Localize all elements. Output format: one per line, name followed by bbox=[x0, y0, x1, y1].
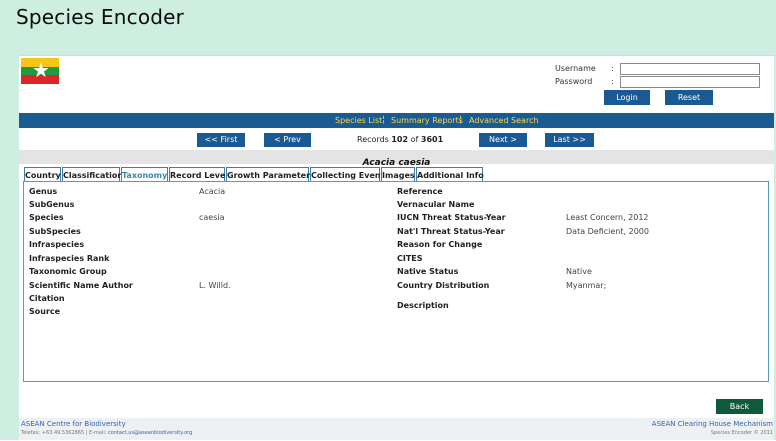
nav-species-list[interactable]: Species List bbox=[335, 113, 382, 128]
taxonomy-content-box bbox=[23, 181, 769, 382]
scientific-name-author-value: L. Willd. bbox=[199, 281, 231, 290]
citation-label: Citation bbox=[29, 294, 65, 303]
national-threat-status-label: Nat'l Threat Status-Year bbox=[397, 227, 505, 236]
tab-classification[interactable]: Classification bbox=[62, 167, 123, 182]
tab-record-level[interactable]: Record Level bbox=[169, 167, 228, 182]
password-input[interactable] bbox=[620, 76, 760, 88]
password-label: Password bbox=[555, 77, 593, 86]
species-value: caesia bbox=[199, 213, 225, 222]
genus-value: Acacia bbox=[199, 187, 226, 196]
source-label: Source bbox=[29, 307, 61, 316]
myanmar-flag-icon: ★ bbox=[21, 58, 59, 84]
footer-org-link[interactable]: ASEAN Centre for Biodiversity bbox=[21, 420, 126, 428]
cites-label: CITES bbox=[397, 254, 423, 263]
last-page-button[interactable]: Last >> bbox=[545, 133, 594, 147]
tab-country[interactable]: Country bbox=[24, 167, 61, 182]
records-total: 3601 bbox=[420, 135, 444, 144]
national-threat-status-value: Data Deficient, 2000 bbox=[566, 227, 649, 236]
records-current: 102 bbox=[391, 135, 409, 144]
infraspecies-rank-label: Infraspecies Rank bbox=[29, 254, 110, 263]
country-distribution-value: Myanmar; bbox=[566, 281, 607, 290]
first-page-button[interactable]: << First bbox=[197, 133, 245, 147]
login-button[interactable]: Login bbox=[604, 90, 650, 105]
footer-contact-label: Telefax: +63.49.5362865 | E-mail: bbox=[21, 430, 107, 436]
reset-button[interactable]: Reset bbox=[665, 90, 713, 105]
species-header: Acacia caesia bbox=[19, 150, 774, 168]
prev-page-button[interactable]: < Prev bbox=[264, 133, 311, 147]
nav-advanced-search[interactable]: Advanced Search bbox=[469, 113, 539, 128]
description-label: Description bbox=[397, 301, 449, 310]
records-counter: Records 102 of 3601 bbox=[357, 133, 443, 147]
iucn-threat-status-value: Least Concern, 2012 bbox=[566, 213, 649, 222]
footer-chm-link[interactable]: ASEAN Clearing House Mechanism bbox=[652, 420, 773, 428]
tab-taxonomy[interactable]: Taxonomy bbox=[121, 167, 168, 182]
taxonomic-group-label: Taxonomic Group bbox=[29, 267, 107, 276]
records-prefix: Records bbox=[357, 135, 389, 144]
vernacular-name-label: Vernacular Name bbox=[397, 200, 475, 209]
username-colon: : bbox=[611, 64, 614, 73]
subspecies-label: SubSpecies bbox=[29, 227, 81, 236]
native-status-label: Native Status bbox=[397, 267, 459, 276]
subgenus-label: SubGenus bbox=[29, 200, 75, 209]
nav-summary-reports[interactable]: Summary Reports bbox=[391, 113, 463, 128]
nav-bar: Species List ¦ Summary Reports ¦ Advance… bbox=[19, 113, 774, 128]
iucn-threat-status-label: IUCN Threat Status-Year bbox=[397, 213, 506, 222]
footer-contact-text: Telefax: +63.49.5362865 | E-mail: contac… bbox=[21, 430, 192, 436]
tab-additional-info[interactable]: Additional Info bbox=[416, 167, 484, 182]
username-label: Username bbox=[555, 64, 596, 73]
species-label: Species bbox=[29, 213, 64, 222]
scientific-name-author-label: Scientific Name Author bbox=[29, 281, 133, 290]
app-title: Species Encoder bbox=[16, 5, 185, 29]
tab-collecting-event[interactable]: Collecting Event bbox=[310, 167, 384, 182]
reason-for-change-label: Reason for Change bbox=[397, 240, 483, 249]
nav-separator: ¦ bbox=[459, 115, 463, 125]
footer-copyright: Species Encoder © 2011 bbox=[710, 430, 773, 436]
username-input[interactable] bbox=[620, 63, 760, 75]
records-of: of bbox=[410, 135, 419, 144]
native-status-value: Native bbox=[566, 267, 592, 276]
next-page-button[interactable]: Next > bbox=[479, 133, 527, 147]
flag-star-icon: ★ bbox=[32, 58, 50, 82]
country-distribution-label: Country Distribution bbox=[397, 281, 490, 290]
tab-growth-parameters[interactable]: Growth Parameters bbox=[226, 167, 315, 182]
back-button[interactable]: Back bbox=[716, 399, 763, 414]
nav-separator: ¦ bbox=[382, 115, 386, 125]
genus-label: Genus bbox=[29, 187, 58, 196]
footer-email-link[interactable]: contact.us@aseanbiodiversity.org bbox=[108, 430, 192, 436]
tab-images[interactable]: Images bbox=[381, 167, 415, 182]
reference-label: Reference bbox=[397, 187, 443, 196]
infraspecies-label: Infraspecies bbox=[29, 240, 85, 249]
password-colon: : bbox=[611, 77, 614, 86]
